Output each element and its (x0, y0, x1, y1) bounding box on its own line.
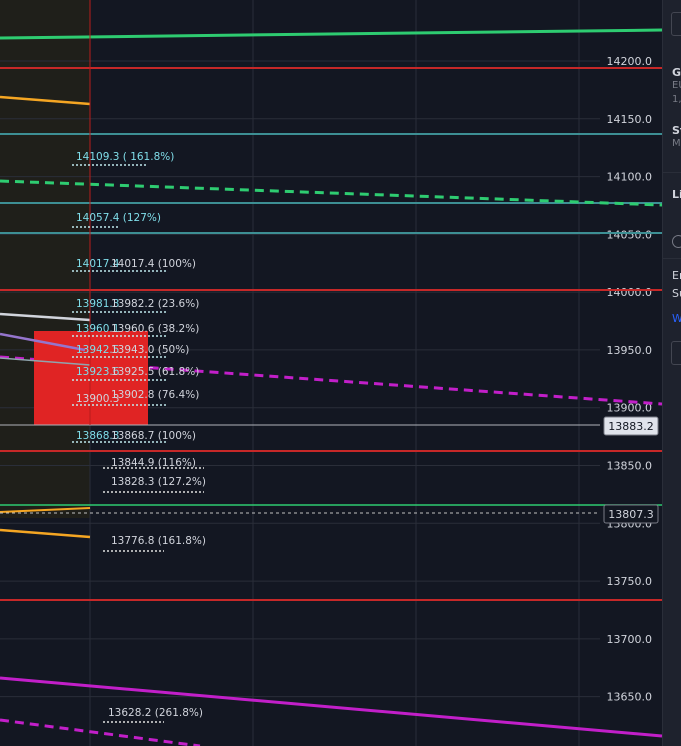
green-dashed-trend-line[interactable] (0, 179, 662, 207)
price-axis-tick: 14200.0 (607, 55, 653, 68)
orange-trend-line[interactable] (0, 528, 91, 539)
fib-level-label: 13982.2 (23.6%) (111, 298, 200, 310)
panel-item-title[interactable]: Gr (672, 66, 681, 79)
panel-button[interactable] (671, 12, 681, 36)
fib-level-label: 13960.6 (38.2%) (111, 323, 200, 335)
price-axis-tick: 14150.0 (607, 113, 653, 126)
marker-price-badge-text: 13807.3 (608, 508, 654, 521)
panel-item-subtitle: EU (672, 80, 681, 91)
price-axis-tick: 13850.0 (607, 459, 653, 472)
fib-level-label: 13628.2 (261.8%) (108, 707, 203, 719)
magenta-trend-line[interactable] (0, 676, 662, 738)
price-axis-tick: 14000.0 (607, 286, 653, 299)
green-trend-line[interactable] (0, 28, 662, 40)
fib-level-label: 13868.7 (100%) (111, 430, 196, 442)
fib-level-label: 13925.5 (61.8%) (111, 366, 200, 378)
radio-icon[interactable] (672, 235, 681, 248)
fib-level-label: 14017.4 (100%) (111, 258, 196, 270)
price-axis-tick: 13950.0 (607, 344, 653, 357)
panel-item-subtitle: 1, (672, 94, 681, 105)
panel-divider (663, 172, 681, 173)
fib-level-label: 13776.8 (161.8%) (111, 535, 206, 547)
price-axis-tick: 13650.0 (607, 691, 653, 704)
fib-level-label: 13828.3 (127.2%) (111, 476, 206, 488)
magenta-dashed-trend-line[interactable] (0, 718, 201, 746)
price-axis-tick: 14050.0 (607, 228, 653, 241)
chart-area[interactable]: 14200.0 14150.0 14100.0 14050.0 14000.0 13950… (0, 0, 662, 746)
panel-link[interactable]: W (672, 312, 681, 325)
fib-level-label: 14057.4 (127%) (76, 212, 161, 224)
panel-item[interactable]: Su (672, 287, 681, 300)
price-axis-tick: 13750.0 (607, 575, 653, 588)
fib-level-label: 13902.8 (76.4%) (111, 389, 200, 401)
panel-divider (663, 258, 681, 259)
current-price-badge-text: 13883.2 (608, 420, 654, 433)
panel-item-title[interactable]: St (672, 124, 681, 137)
fib-level-label: 14109.3 ( 161.8%) (76, 151, 175, 163)
price-axis-tick: 13700.0 (607, 633, 653, 646)
panel-item-title[interactable]: Li (672, 188, 681, 201)
panel-item[interactable]: Er (672, 269, 681, 282)
fib-level-label: 13943.0 (50%) (111, 344, 190, 356)
price-axis-tick: 14100.0 (607, 171, 653, 184)
panel-button[interactable] (671, 341, 681, 365)
fib-level-label: 13844.9 (116%) (111, 457, 196, 469)
panel-item-subtitle: M (672, 138, 681, 149)
right-object-panel: Gr EU 1, St M Li Er Su W (662, 0, 681, 746)
